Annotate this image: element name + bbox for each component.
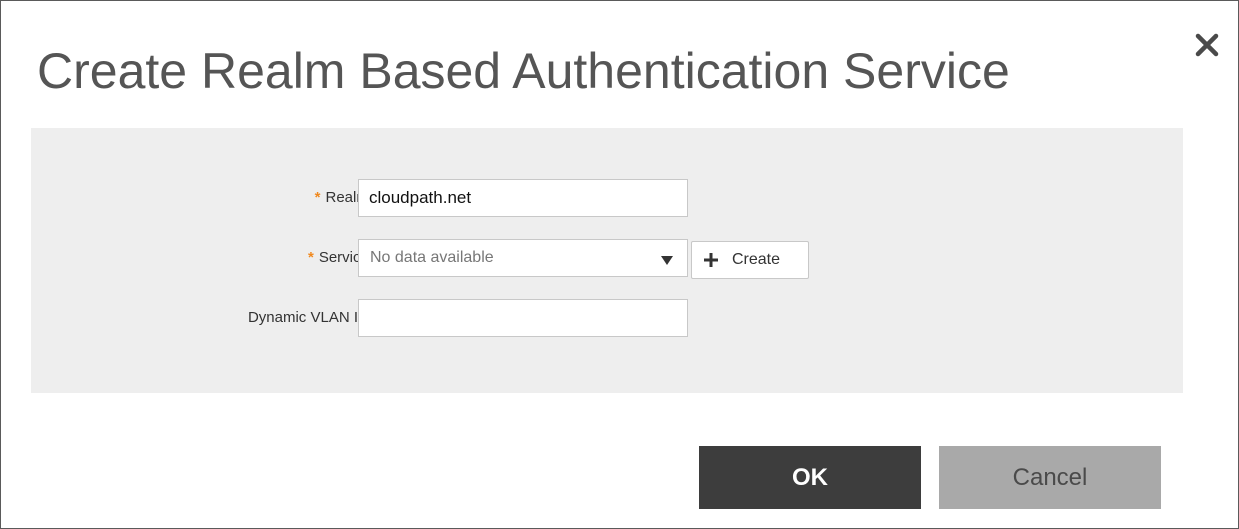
realm-row: * Realm:	[31, 178, 1183, 218]
required-marker: *	[314, 189, 321, 206]
service-row: * Service: No data available Create	[31, 238, 1183, 279]
realm-input[interactable]	[359, 180, 687, 216]
dynamic-vlan-label: Dynamic VLAN ID:	[247, 309, 373, 326]
plus-icon	[703, 252, 719, 268]
required-marker: *	[307, 249, 314, 266]
cancel-button[interactable]: Cancel	[939, 446, 1161, 509]
create-service-button[interactable]: Create	[691, 241, 809, 279]
caret-down-icon[interactable]	[661, 253, 673, 265]
ok-button[interactable]: OK	[699, 446, 921, 509]
form-panel: *Realm: *Service: No data available	[31, 128, 1183, 393]
create-realm-dialog: Create Realm Based Authentication Servic…	[0, 0, 1239, 529]
dynamic-vlan-row: Dynamic VLAN ID:	[31, 298, 1183, 338]
create-button-label: Create	[732, 251, 781, 268]
realm-field-wrapper	[358, 179, 688, 217]
dialog-title: Create Realm Based Authentication Servic…	[37, 43, 1010, 99]
service-selected-value: No data available	[370, 249, 494, 266]
close-icon[interactable]	[1189, 27, 1225, 63]
dynamic-vlan-field-wrapper	[358, 299, 688, 337]
service-select[interactable]: No data available	[358, 239, 688, 277]
dynamic-vlan-input[interactable]	[359, 300, 687, 336]
